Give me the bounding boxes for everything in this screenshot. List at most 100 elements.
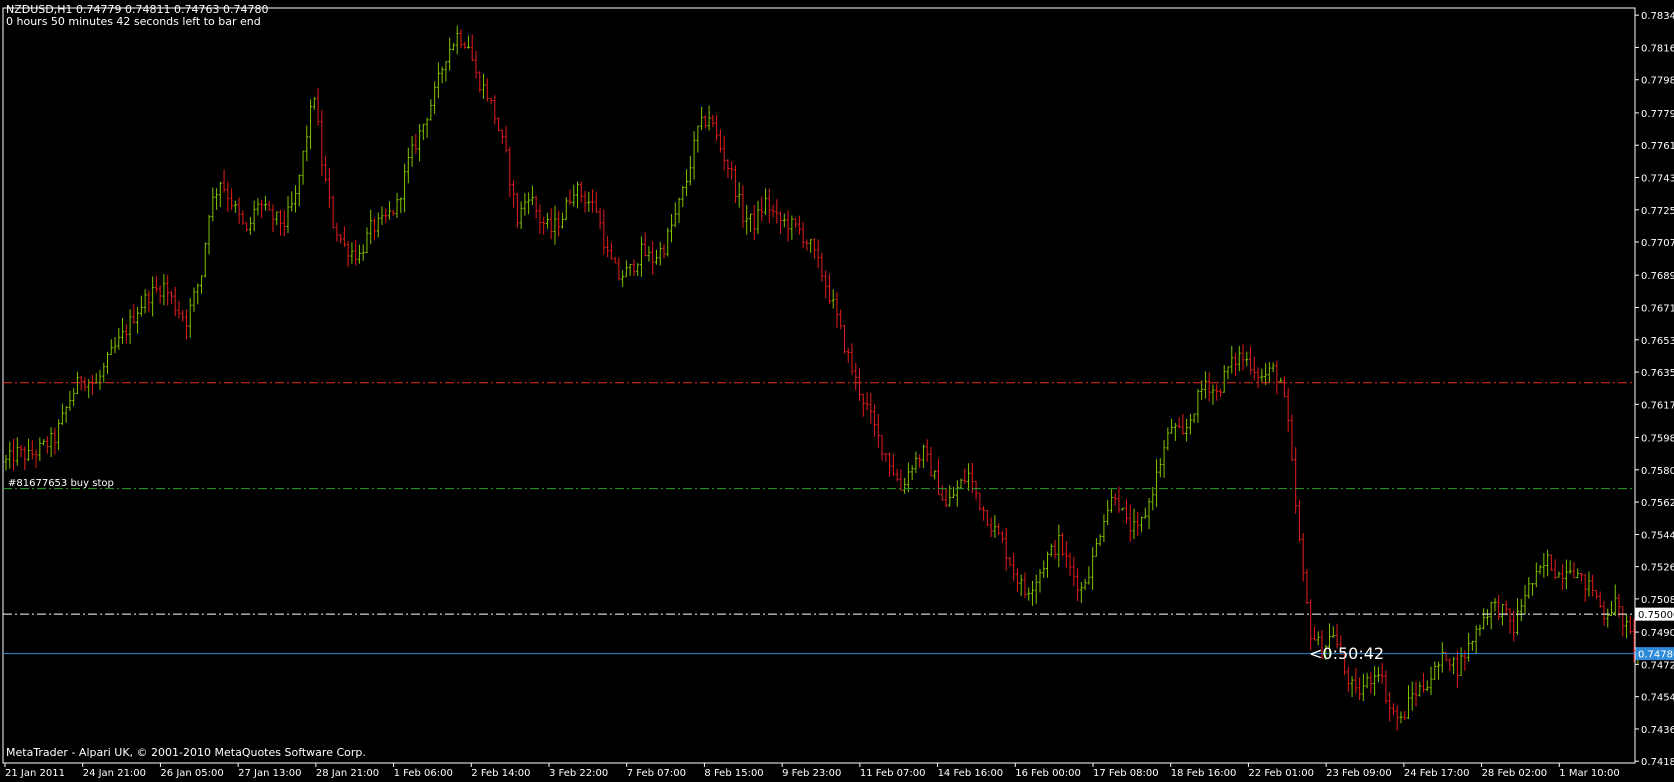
ohlc-bar xyxy=(1485,608,1489,626)
x-tick-label: 1 Mar 10:00 xyxy=(1559,768,1619,778)
ohlc-bar xyxy=(346,241,350,267)
ohlc-bar xyxy=(933,470,937,480)
ohlc-bar xyxy=(79,375,83,391)
ohlc-bar xyxy=(846,347,850,363)
ohlc-bar xyxy=(278,209,282,236)
ohlc-bar xyxy=(512,179,516,208)
ohlc-bar xyxy=(921,444,925,469)
ohlc-bar xyxy=(1429,666,1433,695)
ohlc-bar xyxy=(1346,666,1350,693)
ohlc-bar xyxy=(568,189,572,205)
ohlc-bar xyxy=(1211,384,1215,405)
ohlc-bar xyxy=(1106,499,1110,526)
ohlc-bar xyxy=(715,114,719,141)
chart-canvas[interactable]: 0.78340 0.78160 0.77980 0.77795 0.77615 0.774… xyxy=(0,0,1674,779)
price-chart[interactable]: 0.78340 0.78160 0.77980 0.77795 0.77615 0.774… xyxy=(0,0,1674,779)
ohlc-bar xyxy=(1546,549,1550,577)
ohlc-bar xyxy=(1553,559,1557,580)
ohlc-bar xyxy=(963,468,967,485)
ohlc-bar xyxy=(1218,388,1222,398)
ohlc-bar xyxy=(873,404,877,437)
ohlc-bar xyxy=(372,218,376,241)
ohlc-bar xyxy=(38,437,42,461)
ohlc-bar xyxy=(493,95,497,125)
ohlc-bar xyxy=(985,510,989,527)
ohlc-bar xyxy=(775,199,779,224)
ohlc-bar xyxy=(260,199,264,218)
ohlc-bar xyxy=(248,216,252,235)
ohlc-bar xyxy=(1523,585,1527,615)
ohlc-bar xyxy=(339,234,343,244)
ohlc-bar xyxy=(1361,673,1365,702)
ohlc-bar xyxy=(4,455,8,471)
x-tick-label: 27 Jan 13:00 xyxy=(238,768,301,778)
ohlc-bar xyxy=(1140,516,1144,533)
ohlc-bar xyxy=(1087,566,1091,585)
ohlc-bar xyxy=(34,449,38,468)
ohlc-bar xyxy=(752,204,756,240)
y-tick-label: 0.77255 xyxy=(1641,206,1674,217)
ohlc-bar xyxy=(1301,532,1305,582)
ohlc-bar xyxy=(632,259,636,277)
ohlc-bar xyxy=(1542,552,1546,578)
ohlc-bar xyxy=(1610,600,1614,617)
ohlc-bar xyxy=(350,242,354,264)
ohlc-bar xyxy=(1177,417,1181,428)
ohlc-bar xyxy=(824,270,828,299)
ohlc-bar xyxy=(15,437,19,466)
ohlc-bar xyxy=(903,477,907,494)
ohlc-bar xyxy=(670,214,674,243)
ohlc-bar xyxy=(1369,671,1373,694)
ohlc-bar xyxy=(230,188,234,210)
ohlc-bar xyxy=(884,453,888,462)
ohlc-bar xyxy=(993,514,997,538)
ohlc-bar xyxy=(1256,367,1260,389)
ohlc-bar xyxy=(790,215,794,240)
ohlc-bar xyxy=(1012,552,1016,581)
ohlc-bar xyxy=(1241,344,1245,371)
ohlc-bar xyxy=(1482,608,1486,630)
y-tick-label: 0.74180 xyxy=(1641,757,1674,768)
ohlc-bar xyxy=(1305,569,1309,605)
ohlc-bar xyxy=(707,105,711,131)
ohlc-bar xyxy=(767,188,771,224)
ohlc-bar xyxy=(1467,632,1471,662)
ohlc-bar xyxy=(1203,371,1207,399)
ohlc-bar xyxy=(523,193,527,216)
ohlc-bar xyxy=(470,34,474,62)
ohlc-bar xyxy=(809,239,813,253)
ohlc-bar xyxy=(312,97,316,110)
ohlc-bar xyxy=(940,485,944,501)
ohlc-bar xyxy=(1249,346,1253,375)
ohlc-bar xyxy=(1312,626,1316,641)
ohlc-bar xyxy=(1279,377,1283,383)
x-tick-label: 23 Feb 09:00 xyxy=(1326,768,1392,778)
ohlc-bar xyxy=(666,227,670,257)
ohlc-bar xyxy=(1091,547,1095,590)
ohlc-bar xyxy=(1440,642,1444,673)
ohlc-bar xyxy=(952,486,956,499)
ohlc-bar xyxy=(1583,574,1587,603)
ohlc-bar xyxy=(301,150,305,185)
order-label[interactable]: #81677653 buy stop xyxy=(8,478,114,489)
ohlc-bar xyxy=(237,197,241,224)
ohlc-bar xyxy=(94,373,98,384)
ohlc-bar xyxy=(132,304,136,324)
ohlc-bar xyxy=(1452,657,1456,675)
ohlc-bar xyxy=(331,195,335,229)
ohlc-bar xyxy=(489,98,493,105)
ohlc-bar xyxy=(1079,581,1083,603)
ohlc-bar xyxy=(745,205,749,235)
ohlc-bar xyxy=(624,260,628,278)
ohlc-bar xyxy=(324,155,328,183)
ohlc-bar xyxy=(466,35,470,49)
ohlc-bar xyxy=(906,462,910,493)
ohlc-bar xyxy=(117,327,121,350)
y-tick-label: 0.76710 xyxy=(1641,303,1674,314)
ohlc-bar xyxy=(1245,351,1249,367)
ohlc-bar xyxy=(1252,356,1256,381)
ohlc-bar xyxy=(433,81,437,115)
ohlc-bar xyxy=(677,197,681,224)
ohlc-bar xyxy=(1008,557,1012,566)
ohlc-bar xyxy=(294,185,298,213)
